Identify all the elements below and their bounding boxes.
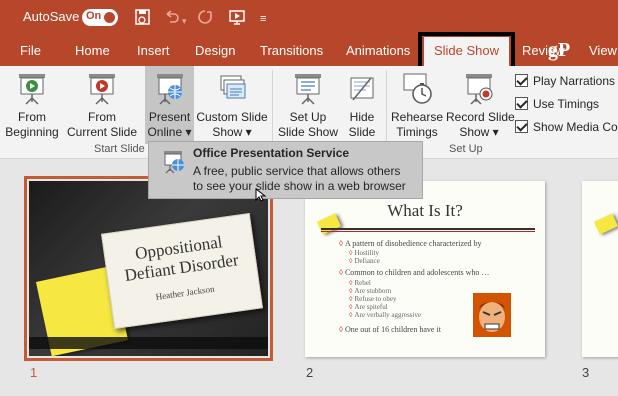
from-current-slide-button[interactable]: From Current Slide xyxy=(64,66,140,144)
slide2-subbullet: ◊ Defiance xyxy=(349,257,380,265)
present-from-beginning-icon[interactable] xyxy=(228,8,246,26)
custom-slide-show-button[interactable]: Custom Slide Show ▾ xyxy=(196,66,268,144)
show-media-controls-checkbox[interactable]: Show Media Co xyxy=(515,120,618,134)
play-narrations-checkbox[interactable]: Play Narrations xyxy=(515,74,615,88)
custom-slide-show-label-1: Custom Slide xyxy=(196,110,268,124)
ribbon-tab-bar: File Home Insert Design Transitions Anim… xyxy=(0,36,618,67)
slide-footer-bar xyxy=(29,337,268,349)
hide-slide-label-1: Hide xyxy=(349,110,375,124)
from-beginning-label-1: From xyxy=(18,110,46,124)
slide2-title: What Is It? xyxy=(387,201,463,220)
slide2-subbullet: ◊ Are stubborn xyxy=(349,287,392,295)
present-online-label-1: Present xyxy=(148,110,191,124)
tab-view[interactable]: View xyxy=(589,43,617,58)
autosave-toggle[interactable]: On xyxy=(82,9,118,26)
hide-slide-label-2: Slide xyxy=(348,125,376,139)
tooltip-line-1: A free, public service that allows other… xyxy=(193,164,401,178)
slide2-subbullet: ◊ Refuse to obey xyxy=(349,295,397,303)
rehearse-timings-icon xyxy=(403,73,432,104)
tab-insert[interactable]: Insert xyxy=(137,43,170,58)
toggle-knob xyxy=(104,12,115,23)
customize-qat-icon[interactable]: ≡ xyxy=(260,10,266,28)
custom-slide-show-label-2: Show ▾ xyxy=(212,125,252,139)
undo-dropdown-icon[interactable]: ▾ xyxy=(182,12,187,30)
present-online-icon xyxy=(156,74,183,105)
slide-thumbnail-3[interactable] xyxy=(582,181,618,357)
title-card: Oppositional Defiant Disorder Heather Ja… xyxy=(101,213,263,329)
hide-slide-icon xyxy=(350,77,374,101)
slide2-bullet: ◊ One out of 16 children have it xyxy=(339,325,441,334)
checkbox-checked-icon xyxy=(515,120,528,133)
show-media-controls-label: Show Media Co xyxy=(533,120,618,134)
slide-number-3: 3 xyxy=(582,365,590,380)
from-current-slide-icon xyxy=(89,74,115,105)
set-up-label-1: Set Up xyxy=(289,110,327,124)
autosave-label: AutoSave xyxy=(23,9,80,24)
tooltip-line-2: to see your slide show in a web browser xyxy=(193,179,406,193)
from-beginning-icon xyxy=(19,74,45,105)
hide-slide-button[interactable]: Hide Slide xyxy=(343,66,381,144)
rehearse-timings-button[interactable]: Rehearse Timings xyxy=(390,66,444,144)
slide-thumbnail-1[interactable]: Oppositional Defiant Disorder Heather Ja… xyxy=(29,181,268,356)
slide2-subbullet: ◊ Are spiteful xyxy=(349,303,388,311)
slide-number-2: 2 xyxy=(306,365,314,380)
record-slide-show-button[interactable]: Record Slide Show ▾ xyxy=(446,66,515,144)
slide2-bullet: ◊ Common to children and adolescents who … xyxy=(339,268,490,277)
use-timings-checkbox[interactable]: Use Timings xyxy=(515,97,599,111)
from-current-label-1: From xyxy=(88,110,116,124)
save-icon[interactable] xyxy=(134,8,152,26)
tab-design[interactable]: Design xyxy=(195,43,235,58)
gp-watermark: gP xyxy=(548,39,571,61)
slide2-bullet: ◊ A pattern of disobedience characterized… xyxy=(339,239,482,248)
checkbox-checked-icon xyxy=(515,74,528,87)
slide1-title: Oppositional Defiant Disorder xyxy=(104,228,256,288)
record-label-2: Show ▾ xyxy=(459,125,499,139)
from-beginning-button[interactable]: From Beginning xyxy=(4,66,60,144)
active-tab-highlight xyxy=(418,32,515,70)
office-presentation-service-icon xyxy=(164,151,184,174)
set-up-slide-show-button[interactable]: Set Up Slide Show xyxy=(276,66,340,144)
angry-child-image xyxy=(473,293,511,337)
sticky-note-small xyxy=(593,213,618,235)
tab-animations[interactable]: Animations xyxy=(346,43,410,58)
tab-file[interactable]: File xyxy=(20,43,41,58)
undo-icon[interactable] xyxy=(164,8,180,26)
set-up-label-2: Slide Show xyxy=(277,125,339,139)
from-beginning-label-2: Beginning xyxy=(5,125,59,139)
slide-thumbnail-2[interactable]: What Is It? ◊ A pattern of disobedience c… xyxy=(305,181,545,357)
slide-number-1: 1 xyxy=(30,365,38,380)
from-current-label-2: Current Slide xyxy=(66,125,138,139)
tab-transitions[interactable]: Transitions xyxy=(260,43,323,58)
present-online-button[interactable]: Present Online ▾ xyxy=(145,66,194,144)
tab-home[interactable]: Home xyxy=(75,43,110,58)
slide2-accent-rule xyxy=(321,231,535,232)
title-bar: AutoSave On ▾ ≡ xyxy=(0,0,618,36)
use-timings-label: Use Timings xyxy=(533,97,600,111)
record-slide-show-icon xyxy=(466,74,493,105)
present-online-tooltip: Office Presentation Service A free, publ… xyxy=(148,141,423,199)
slide2-title-rule xyxy=(321,228,535,230)
checkbox-checked-icon xyxy=(515,97,528,110)
redo-icon[interactable] xyxy=(197,8,213,26)
set-up-group-label: Set Up xyxy=(449,143,483,155)
record-label-1: Record Slide xyxy=(446,110,515,124)
slide2-subbullet: ◊ Hostility xyxy=(349,249,379,257)
slide2-subbullet: ◊ Rebel xyxy=(349,279,371,287)
present-online-label-2: Online ▾ xyxy=(147,125,192,139)
slide2-subbullet: ◊ Are verbally aggressive xyxy=(349,311,421,319)
rehearse-label-2: Timings xyxy=(396,125,438,139)
custom-slide-show-icon xyxy=(220,75,246,99)
set-up-slide-show-icon xyxy=(295,74,321,105)
autosave-state: On xyxy=(86,10,102,22)
rehearse-label-1: Rehearse xyxy=(390,110,444,124)
tooltip-title: Office Presentation Service xyxy=(193,146,350,160)
play-narrations-label: Play Narrations xyxy=(533,74,616,88)
mouse-cursor-icon xyxy=(255,188,267,202)
